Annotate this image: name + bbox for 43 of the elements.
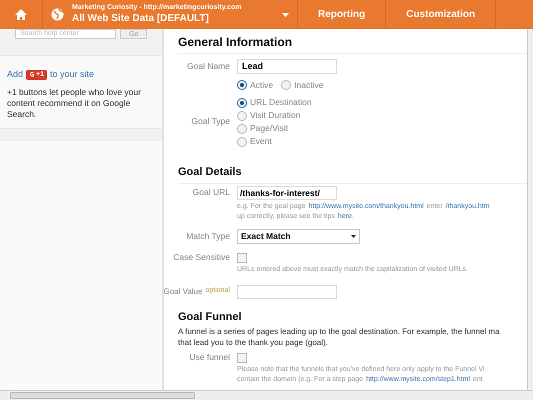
add-link[interactable]: Add (7, 68, 24, 82)
radio-button[interactable] (237, 98, 247, 108)
goal-name-field[interactable]: Lead (237, 58, 337, 74)
radio-label: URL Destination (250, 96, 312, 109)
scrollbar-thumb[interactable] (10, 392, 195, 399)
horizontal-scrollbar[interactable] (0, 390, 533, 400)
match-type-dropdown[interactable]: Exact Match (237, 229, 360, 244)
goal-value-field[interactable] (237, 285, 337, 299)
checkbox[interactable] (237, 252, 247, 262)
radio-button[interactable] (237, 80, 247, 90)
profile-name: All Web Site Data [DEFAULT] (72, 12, 210, 26)
field-label: Goal Value (164, 286, 202, 298)
globe-icon (51, 8, 64, 21)
nav-tab[interactable]: Reporting (298, 0, 386, 29)
caret-icon (351, 235, 356, 238)
radio-label: Visit Duration (250, 109, 300, 122)
sidebar-description: +1 buttons let people who love your content recommend it on Google Search. (6, 86, 142, 120)
goal-url-field[interactable]: /thanks-for-interest/ (237, 186, 337, 200)
radio-label: Active (250, 78, 274, 92)
field-label: Goal Name (186, 60, 230, 72)
nav-tab[interactable]: Customization (386, 0, 496, 29)
radio-label: Inactive (294, 78, 324, 92)
funnel-description: A funnel is a series of pages leading up to the goal destination. For example, the funnel ma that lead you to the thank you page (goal). (178, 326, 501, 348)
field-label: Match Type (185, 230, 230, 243)
google-g-icon (29, 71, 34, 78)
radio-button[interactable] (237, 136, 247, 146)
section-heading: Goal Funnel (178, 310, 243, 325)
home-icon (14, 8, 28, 21)
vertical-scrollbar[interactable] (527, 29, 533, 390)
radio-button[interactable] (281, 80, 292, 90)
radio-label: Event (250, 135, 272, 148)
radio-button[interactable] (237, 110, 247, 120)
field-label: Goal URL (192, 186, 230, 199)
section-heading: General Information (178, 33, 527, 54)
caret-icon (282, 12, 289, 16)
field-label: Case Sensitive (172, 251, 230, 264)
radio-button[interactable] (237, 124, 247, 134)
section-heading: Goal Details (178, 164, 527, 184)
field-label: Use funnel (188, 351, 230, 364)
add-link[interactable]: to your site (50, 68, 94, 82)
field-label: Goal Type (190, 115, 230, 128)
checkbox[interactable] (237, 352, 247, 362)
radio-label: Page/Visit (250, 122, 288, 135)
